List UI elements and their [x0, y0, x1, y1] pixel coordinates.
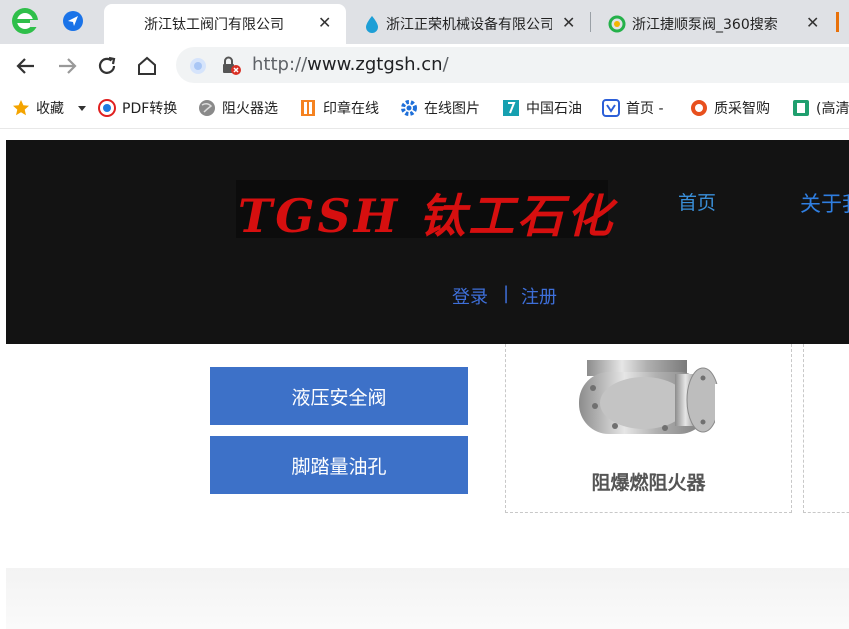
tab-zgtgsh[interactable]: 浙江钛工阀门有限公司 ✕	[104, 4, 346, 44]
nav-home-link[interactable]: 首页	[678, 188, 716, 215]
tab-title: 浙江捷顺泵阀_360搜索	[632, 17, 778, 33]
close-icon[interactable]: ✕	[318, 13, 331, 32]
bookmark-label: 收藏	[36, 101, 64, 117]
close-icon[interactable]: ✕	[562, 13, 575, 32]
reload-icon	[98, 56, 116, 74]
bookmark-label: 中国石油	[526, 101, 582, 117]
tab-separator	[836, 12, 839, 32]
tab-title: 浙江钛工阀门有限公司	[144, 17, 284, 33]
bookmark-homepage[interactable]: 首页 -	[602, 96, 678, 120]
tab-separator	[590, 12, 591, 32]
navigation-arrow-icon[interactable]	[62, 10, 84, 32]
bookmark-favorites[interactable]: 收藏	[12, 96, 94, 120]
bookmark-label: 阻火器选	[222, 101, 278, 117]
page-top-strip	[0, 129, 849, 140]
category-button[interactable]: 液压安全阀	[210, 367, 468, 425]
register-link[interactable]: 注册	[521, 283, 557, 309]
tab-360search[interactable]: 浙江捷顺泵阀_360搜索 ✕	[598, 4, 830, 44]
forward-arrow-icon	[59, 58, 77, 74]
dropdown-arrow-icon[interactable]	[76, 102, 88, 114]
bookmark-pdf[interactable]: PDF转换	[98, 96, 184, 120]
petro-icon	[503, 100, 519, 116]
url-text[interactable]: http://www.zgtgsh.cn/	[252, 54, 449, 75]
bookmark-video[interactable]: (高清	[792, 96, 849, 120]
nav-about-link[interactable]: 关于我	[800, 188, 849, 218]
browser-logo-icon[interactable]	[10, 6, 40, 36]
stamp-icon	[301, 100, 315, 116]
home-icon	[138, 56, 156, 75]
tab-zhengrong[interactable]: 浙江正荣机械设备有限公司 ✕	[356, 4, 584, 44]
logo-text: TGSH 钛工石化	[238, 189, 616, 243]
url-scheme: http://	[252, 54, 308, 75]
category-button[interactable]: 脚踏量油孔	[210, 436, 468, 494]
site-info-icon[interactable]	[188, 56, 208, 76]
bookmark-label: 质采智购	[714, 101, 770, 117]
reload-button[interactable]	[94, 53, 120, 79]
search-360-icon	[608, 15, 626, 33]
gear-icon	[401, 100, 417, 116]
back-button[interactable]	[13, 53, 39, 79]
bookmark-stamp[interactable]: 印章在线	[299, 96, 385, 120]
bookmark-label: 首页 -	[626, 101, 664, 117]
bookmark-petrochina[interactable]: 中国石油	[502, 96, 588, 120]
pdf-icon	[98, 99, 116, 117]
flame-arrester-product-image[interactable]	[575, 344, 763, 442]
bookmark-purchase[interactable]: 质采智购	[690, 96, 778, 120]
bookmark-online-image[interactable]: 在线图片	[400, 96, 486, 120]
bookmark-label: PDF转换	[122, 101, 178, 117]
bookmark-flame-arrester[interactable]: 阻火器选	[198, 96, 284, 120]
close-icon[interactable]: ✕	[806, 13, 819, 32]
water-drop-icon	[366, 16, 378, 33]
url-path: /	[442, 54, 449, 75]
back-arrow-icon	[16, 58, 34, 74]
bookmark-label: 在线图片	[424, 101, 480, 117]
video-icon	[793, 100, 809, 116]
login-link[interactable]: 登录	[452, 283, 488, 309]
url-host: www.zgtgsh.cn	[307, 54, 443, 75]
tab-title: 浙江正荣机械设备有限公司	[386, 17, 552, 33]
star-icon	[13, 100, 29, 116]
site-logo[interactable]: TGSH 钛工石化	[236, 180, 612, 243]
home-site-icon	[602, 99, 620, 117]
bookmark-label: (高清	[816, 101, 849, 117]
forward-button[interactable]	[54, 53, 80, 79]
globe-icon	[199, 100, 215, 116]
page-lower-section	[6, 568, 849, 629]
product-card-title[interactable]: 阻爆燃阻火器	[505, 468, 792, 495]
insecure-lock-icon[interactable]	[220, 56, 242, 76]
purchase-icon	[691, 100, 707, 116]
home-button[interactable]	[134, 53, 160, 79]
product-card[interactable]	[803, 344, 849, 513]
auth-divider: |	[503, 283, 510, 304]
bookmark-label: 印章在线	[323, 101, 379, 117]
